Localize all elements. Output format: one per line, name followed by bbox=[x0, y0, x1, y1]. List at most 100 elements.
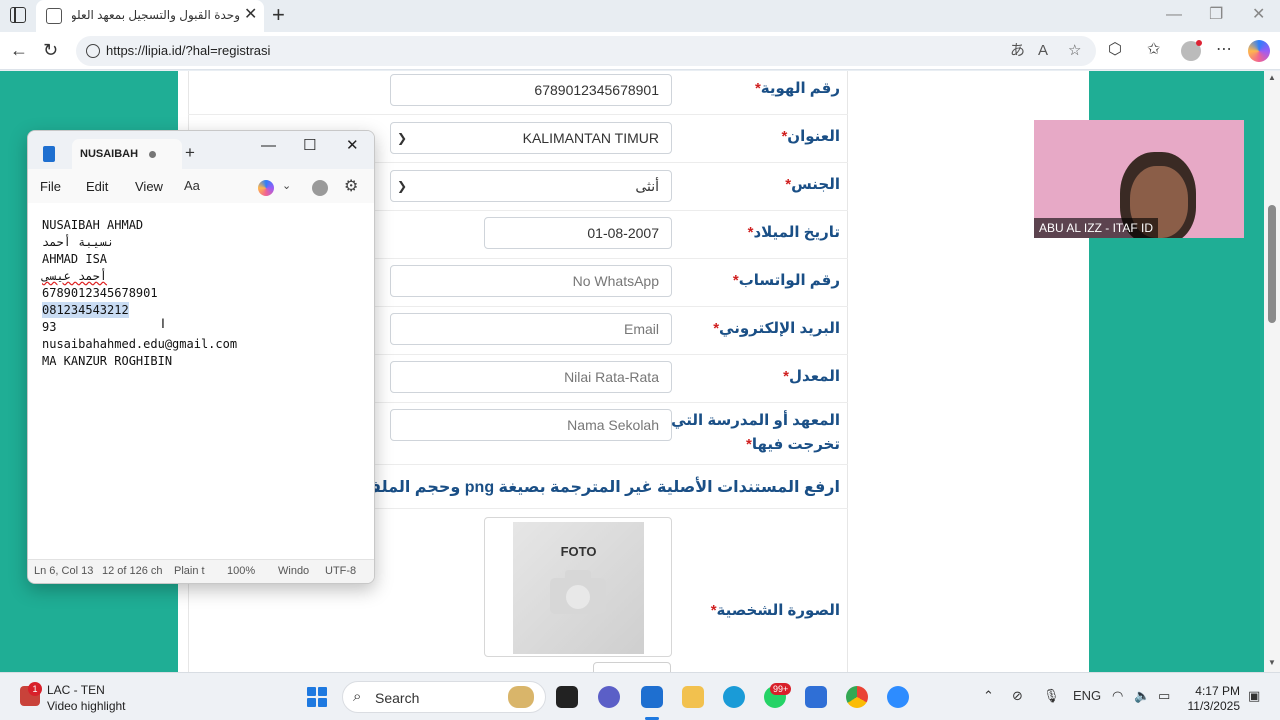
camera-lens-icon bbox=[566, 585, 590, 609]
widget-title[interactable]: LAC - TEN bbox=[47, 683, 105, 697]
id-number-input[interactable]: 6789012345678901 bbox=[390, 74, 672, 106]
taskbar: 1 LAC - TEN Video highlight ⌕ Search 99+… bbox=[0, 672, 1280, 720]
tab-title: وحدة القبول والتسجيل بمعهد العلوم bbox=[72, 8, 240, 22]
notepad-copilot-icon[interactable] bbox=[258, 180, 274, 196]
whatsapp-input[interactable]: No WhatsApp bbox=[390, 265, 672, 297]
label-gender: الجنس* bbox=[785, 176, 840, 193]
participant-name: ABU AL IZZ - ITAF ID bbox=[1034, 218, 1159, 238]
notepad-close-icon[interactable]: ✕ bbox=[346, 137, 359, 155]
label-id-number: رقم الهوية* bbox=[754, 80, 840, 97]
menu-view[interactable]: View bbox=[135, 179, 163, 194]
scrollbar-thumb[interactable] bbox=[1268, 205, 1276, 323]
gear-icon[interactable]: ⚙ bbox=[344, 176, 358, 196]
zoom-app-icon[interactable] bbox=[887, 686, 909, 708]
cursor-position: Ln 6, Col 13 bbox=[34, 565, 94, 577]
font-format-icon[interactable]: Aa bbox=[184, 178, 200, 193]
site-info-icon[interactable] bbox=[86, 44, 100, 58]
text-line: MA KANZUR ROGHIBIN bbox=[42, 354, 173, 368]
school-name-input[interactable]: Nama Sekolah bbox=[390, 409, 672, 441]
gender-select[interactable]: ❯ أنثى bbox=[390, 170, 672, 202]
gender-select-value: أنثى bbox=[635, 177, 659, 194]
average-grade-input[interactable]: Nilai Rata-Rata bbox=[390, 361, 672, 393]
zoom-level[interactable]: 100% bbox=[227, 565, 255, 577]
search-label: Search bbox=[375, 690, 420, 706]
refresh-icon[interactable]: ↻ bbox=[43, 40, 58, 60]
notepad-maximize-icon[interactable]: ☐ bbox=[303, 137, 316, 155]
more-options-icon[interactable]: ⋯ bbox=[1216, 41, 1232, 59]
browser-tab-active[interactable]: وحدة القبول والتسجيل بمعهد العلوم ✕ bbox=[36, 0, 264, 32]
chevron-up-icon[interactable]: ⌃ bbox=[983, 688, 994, 704]
notepad-app-taskbar-icon[interactable] bbox=[641, 686, 663, 708]
menu-edit[interactable]: Edit bbox=[86, 179, 108, 194]
chevron-down-icon[interactable]: ⌄ bbox=[282, 179, 291, 192]
photo-upload-box[interactable]: FOTO bbox=[484, 517, 672, 657]
text-line: AHMAD ISA bbox=[42, 252, 108, 266]
encoding: UTF-8 bbox=[325, 565, 357, 577]
favorites-icon[interactable]: ✩ bbox=[1147, 41, 1160, 59]
tab-actions-icon[interactable] bbox=[10, 7, 26, 23]
label-email: البريد الإلكتروني* bbox=[713, 320, 840, 337]
wifi-icon[interactable]: ◠ bbox=[1112, 688, 1123, 704]
window-minimize-icon[interactable]: — bbox=[1166, 6, 1182, 24]
scroll-up-icon[interactable]: ▲ bbox=[1268, 73, 1276, 82]
back-icon[interactable]: ← bbox=[10, 40, 28, 60]
edge-browser-icon[interactable] bbox=[723, 686, 745, 708]
window-restore-icon[interactable]: ❐ bbox=[1209, 6, 1223, 24]
file-input-box[interactable] bbox=[593, 662, 671, 672]
photo-placeholder: FOTO bbox=[513, 522, 644, 654]
chrome-icon[interactable] bbox=[846, 686, 868, 708]
clock-time[interactable]: 4:17 PM bbox=[1188, 684, 1240, 698]
address-bar[interactable]: https://lipia.id/?hal=registrasi あ A ☆ bbox=[76, 36, 1096, 66]
file-explorer-icon[interactable] bbox=[682, 686, 704, 708]
network-off-icon[interactable]: ⊘ bbox=[1012, 688, 1023, 704]
notepad-new-tab-icon[interactable]: + bbox=[185, 144, 195, 162]
new-tab-icon[interactable]: + bbox=[272, 3, 285, 27]
meet-app-icon[interactable] bbox=[598, 686, 620, 708]
store-app-icon[interactable] bbox=[805, 686, 827, 708]
character-count: 12 of 126 ch bbox=[102, 565, 163, 577]
whatsapp-badge: 99+ bbox=[770, 683, 792, 695]
text-line-misspelled: أحمد عيسى bbox=[42, 269, 108, 283]
translate-icon[interactable]: あ bbox=[1010, 42, 1025, 60]
menu-file[interactable]: File bbox=[40, 179, 61, 194]
address-select-value: KALIMANTAN TIMUR bbox=[522, 130, 659, 146]
battery-icon[interactable]: ▭ bbox=[1158, 688, 1170, 704]
address-select[interactable]: ❯ KALIMANTAN TIMUR bbox=[390, 122, 672, 154]
window-close-icon[interactable]: ✕ bbox=[1252, 6, 1265, 24]
text-line: NUSAIBAH AHMAD bbox=[42, 218, 144, 232]
widget-badge: 1 bbox=[28, 682, 42, 696]
widget-subtitle[interactable]: Video highlight bbox=[47, 699, 126, 713]
notepad-titlebar[interactable]: NUSAIBAH + — ☐ ✕ bbox=[28, 131, 374, 169]
tab-close-icon[interactable]: ✕ bbox=[244, 6, 257, 24]
clock-date[interactable]: 11/3/2025 bbox=[1180, 699, 1241, 713]
volume-icon[interactable]: 🔈 bbox=[1134, 688, 1150, 704]
birth-date-input[interactable]: 01-08-2007 bbox=[484, 217, 672, 249]
search-highlight-icon[interactable] bbox=[508, 686, 534, 708]
favorite-star-icon[interactable]: ☆ bbox=[1068, 42, 1081, 60]
notepad-account-icon[interactable] bbox=[312, 180, 328, 196]
label-whatsapp: رقم الواتساب* bbox=[732, 272, 840, 289]
read-aloud-icon[interactable]: A bbox=[1038, 42, 1048, 60]
extensions-icon[interactable]: ⬡ bbox=[1108, 41, 1122, 59]
text-format: Plain t bbox=[174, 565, 205, 577]
video-call-tile[interactable]: ABU AL IZZ - ITAF ID bbox=[1034, 120, 1244, 238]
notepad-editor[interactable]: NUSAIBAH AHMAD نسيبة أحمد AHMAD ISA أحمد… bbox=[28, 203, 374, 559]
notifications-icon[interactable]: ▣ bbox=[1248, 688, 1260, 704]
scroll-down-icon[interactable]: ▼ bbox=[1268, 658, 1276, 667]
notepad-minimize-icon[interactable]: — bbox=[261, 137, 276, 155]
microphone-icon[interactable]: 🎙 bbox=[1043, 688, 1060, 704]
label-school-line1: المعهد أو المدرسة التي bbox=[671, 412, 840, 429]
notepad-menubar: File Edit View Aa ⌄ ⚙ bbox=[28, 169, 374, 203]
language-indicator[interactable]: ENG bbox=[1073, 688, 1101, 703]
label-birth-date: تاريخ الميلاد* bbox=[747, 224, 840, 241]
url-text[interactable]: https://lipia.id/?hal=registrasi bbox=[106, 43, 270, 58]
terminal-app-icon[interactable] bbox=[556, 686, 578, 708]
notepad-tab[interactable]: NUSAIBAH bbox=[72, 139, 182, 169]
page-scrollbar[interactable]: ▲ ▼ bbox=[1264, 71, 1280, 672]
email-input[interactable]: Email bbox=[390, 313, 672, 345]
unsaved-dot-icon[interactable] bbox=[149, 151, 156, 158]
text-line-selected: 081234543212 bbox=[42, 302, 129, 318]
copilot-icon[interactable] bbox=[1248, 40, 1270, 62]
start-button[interactable] bbox=[307, 687, 327, 707]
notepad-window[interactable]: NUSAIBAH + — ☐ ✕ File Edit View Aa ⌄ ⚙ N… bbox=[27, 130, 375, 584]
